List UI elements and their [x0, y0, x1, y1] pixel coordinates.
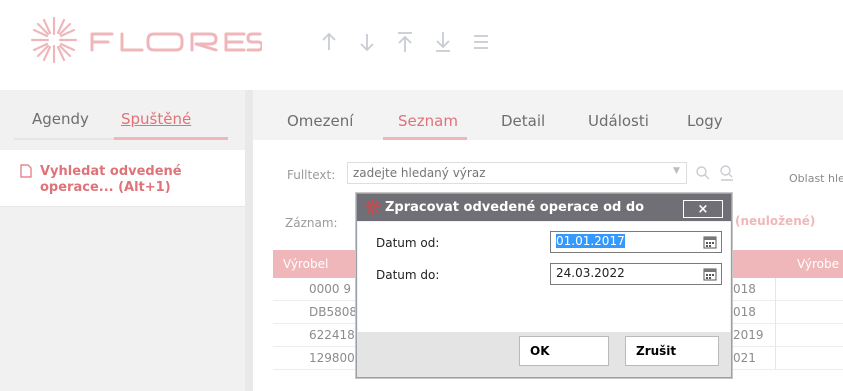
datum-od-input[interactable]: 01.01.2017 — [550, 231, 722, 253]
tab-agendy[interactable]: Agendy — [32, 110, 89, 128]
dialog-body: Datum od: 01.01.2017 Datum do: 24.03.202… — [358, 222, 730, 332]
flores-logo — [30, 16, 264, 66]
column-header[interactable]: Výrobel — [283, 257, 328, 271]
tab-active-indicator — [383, 137, 467, 140]
datum-od-label: Datum od: — [376, 236, 440, 250]
datum-do-label: Datum do: — [376, 268, 440, 282]
toolbar — [318, 28, 492, 56]
cell-divider — [775, 278, 776, 300]
cell-divider — [775, 347, 776, 369]
ok-button[interactable]: OK — [519, 336, 609, 366]
table-cell: 018 — [733, 305, 756, 319]
tab-detail[interactable]: Detail — [501, 112, 545, 130]
tab-logy[interactable]: Logy — [687, 112, 723, 130]
move-to-top-icon[interactable] — [394, 28, 416, 56]
left-panel: Agendy Spuštěné Vyhledat odvedené operac… — [0, 90, 245, 391]
cell-divider — [775, 301, 776, 323]
main-tabs: Omezení Seznam Detail Události Logy — [253, 90, 843, 140]
list-item-label: Vyhledat odvedené operace... (Alt+1) — [40, 164, 182, 195]
table-cell: 021 — [733, 351, 756, 365]
tab-udalosti[interactable]: Události — [588, 112, 649, 130]
table-cell: 018 — [733, 282, 756, 296]
flores-logo-graphic — [30, 16, 264, 64]
date-range-dialog: Zpracovat odvedené operace od do × Datum… — [356, 193, 732, 378]
tab-active-indicator — [114, 137, 228, 140]
zaznam-label: Záznam: — [285, 216, 338, 230]
menu-icon[interactable] — [470, 28, 492, 56]
fulltext-input[interactable] — [347, 162, 687, 184]
tab-omezeni[interactable]: Omezení — [287, 112, 353, 130]
unsaved-badge: (neuložené) — [735, 214, 816, 228]
arrow-up-icon[interactable] — [318, 28, 340, 56]
arrow-down-icon[interactable] — [356, 28, 378, 56]
close-button[interactable]: × — [683, 200, 723, 218]
calendar-icon[interactable] — [703, 267, 717, 281]
search-icon[interactable] — [695, 165, 711, 181]
left-tabs: Agendy Spuštěné — [0, 90, 245, 140]
datum-do-input[interactable]: 24.03.2022 — [550, 263, 722, 285]
table-cell: 129800 — [309, 351, 355, 365]
dropdown-arrow-icon[interactable]: ▼ — [673, 166, 680, 176]
calendar-icon[interactable] — [703, 235, 717, 249]
oblast-label: Oblast hled — [789, 172, 843, 185]
document-icon — [20, 164, 32, 178]
move-to-bottom-icon[interactable] — [432, 28, 454, 56]
table-cell: 622418 — [309, 328, 355, 342]
datum-od-value: 01.01.2017 — [556, 234, 625, 248]
tab-seznam[interactable]: Seznam — [398, 112, 458, 130]
cancel-button[interactable]: Zrušit — [625, 336, 719, 366]
tab-spustene[interactable]: Spuštěné — [121, 110, 191, 128]
dialog-title: Zpracovat odvedené operace od do — [385, 200, 645, 215]
table-cell: DB5808 — [309, 305, 358, 319]
flores-logo-icon — [365, 199, 381, 215]
panel-separator — [245, 90, 253, 391]
column-header[interactable]: Výrobe — [797, 257, 839, 271]
table-cell: 2019 — [733, 328, 764, 342]
fulltext-label: Fulltext: — [287, 168, 336, 182]
table-cell: 0000 9 — [309, 282, 351, 296]
cell-divider — [775, 324, 776, 346]
search-clear-icon[interactable] — [719, 164, 735, 182]
top-bar — [0, 0, 843, 88]
list-item-vyhledat[interactable]: Vyhledat odvedené operace... (Alt+1) — [0, 150, 245, 207]
dialog-title-bar[interactable]: Zpracovat odvedené operace od do × — [357, 194, 731, 221]
datum-do-value: 24.03.2022 — [556, 266, 625, 280]
